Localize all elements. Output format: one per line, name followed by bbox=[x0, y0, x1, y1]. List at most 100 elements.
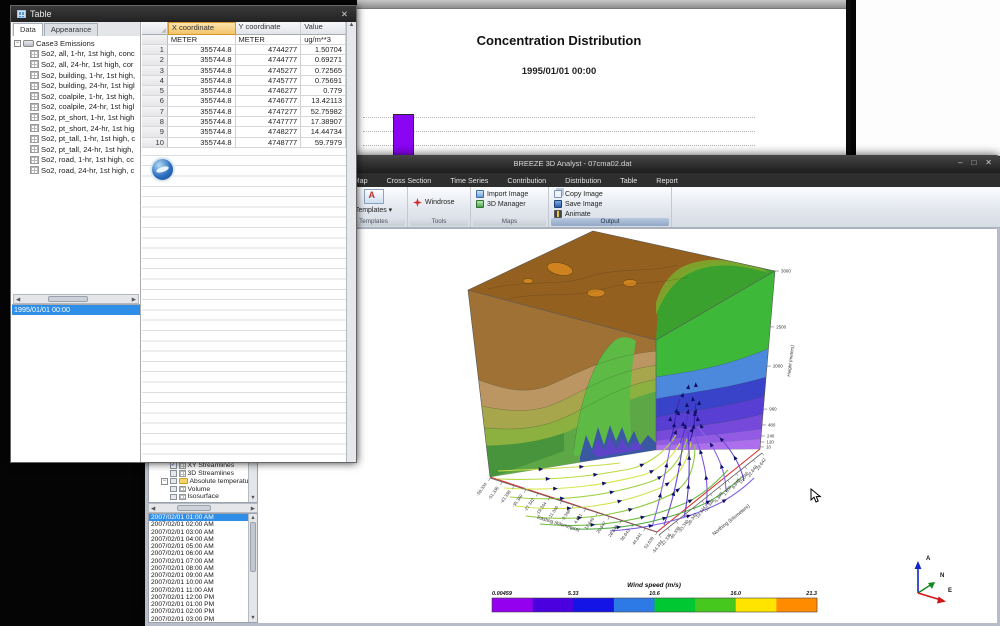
scrollbar-thumb[interactable] bbox=[177, 505, 211, 511]
item-checkbox[interactable]: ✓ bbox=[170, 462, 177, 469]
values-grid: ◢X coordinateY coordinateValueMETERMETER… bbox=[142, 22, 346, 462]
3d-viewport[interactable]: -58.334-51.336-43.338-35.340-27.342-19.3… bbox=[258, 228, 997, 623]
tab-data[interactable]: Data bbox=[13, 23, 43, 36]
colorbar-tick-label: 16.0 bbox=[730, 591, 741, 597]
chart-window-titlebar[interactable] bbox=[357, 0, 846, 9]
item-checkbox[interactable] bbox=[170, 478, 177, 485]
tree-item[interactable]: So2, pt_tall, 1-hr, 1st high, c bbox=[14, 133, 140, 144]
ribbon-tab-table[interactable]: Table bbox=[612, 174, 645, 187]
timestamp-item[interactable]: 2007/02/01 01:00 AM bbox=[149, 514, 257, 521]
row-number-cell: 4 bbox=[142, 76, 168, 86]
animate-icon bbox=[554, 210, 562, 218]
import-image-button[interactable]: Import Image bbox=[474, 189, 545, 199]
timestamp-item[interactable]: 2007/02/01 01:00 PM bbox=[149, 601, 257, 608]
emissions-tree: −Case3 EmissionsSo2, all, 1-hr, 1st high… bbox=[12, 36, 140, 294]
scroll-left-icon[interactable]: ◀ bbox=[16, 297, 20, 303]
grid-vertical-scrollbar[interactable]: ▲ bbox=[346, 22, 356, 462]
tab-appearance[interactable]: Appearance bbox=[44, 23, 98, 36]
tree-item[interactable]: Isosurface bbox=[149, 493, 257, 501]
scroll-up-icon[interactable]: ▲ bbox=[249, 515, 257, 521]
scroll-left-icon[interactable]: ◀ bbox=[151, 506, 155, 512]
table-row[interactable]: 3355744.847452770.72565 bbox=[142, 66, 346, 76]
timestamp-item[interactable]: 2007/02/01 11:00 AM bbox=[149, 587, 257, 594]
tree-item[interactable]: So2, coalpile, 24-hr, 1st higl bbox=[14, 102, 140, 113]
table-row[interactable]: 8355744.8474777717.38907 bbox=[142, 117, 346, 127]
scroll-up-icon[interactable]: ▲ bbox=[349, 22, 355, 28]
table-row[interactable]: 6355744.8474677713.42113 bbox=[142, 96, 346, 106]
x-value-cell: 355744.8 bbox=[168, 76, 236, 86]
table-row[interactable]: 2355744.847447770.69271 bbox=[142, 55, 346, 65]
time-item[interactable]: 1995/01/01 00:00 bbox=[12, 305, 140, 315]
tree-root-item[interactable]: −Case3 Emissions bbox=[14, 38, 140, 49]
column-header-value[interactable]: Value bbox=[301, 22, 346, 35]
ribbon-tab-time-series[interactable]: Time Series bbox=[442, 174, 496, 187]
timestamp-item[interactable]: 2007/02/01 07:00 AM bbox=[149, 558, 257, 565]
ribbon-tab-distribution[interactable]: Distribution bbox=[557, 174, 609, 187]
table-row[interactable]: 9355744.8474827714.44734 bbox=[142, 127, 346, 137]
timestamp-item[interactable]: 2007/02/01 05:00 AM bbox=[149, 543, 257, 550]
table-row[interactable]: 4355744.847457770.75691 bbox=[142, 76, 346, 86]
maximize-button[interactable]: □ bbox=[971, 158, 976, 167]
tree-item[interactable]: Volume bbox=[149, 485, 257, 493]
tree-item[interactable]: So2, road, 24-hr, 1st high, c bbox=[14, 165, 140, 176]
item-checkbox[interactable] bbox=[170, 470, 177, 477]
scroll-right-icon[interactable]: ▶ bbox=[251, 506, 255, 512]
ribbon-tab-contribution[interactable]: Contribution bbox=[499, 174, 554, 187]
timestamp-item[interactable]: 2007/02/01 02:00 PM bbox=[149, 608, 257, 615]
tree-item[interactable]: So2, building, 24-hr, 1st higl bbox=[14, 80, 140, 91]
tree-item[interactable]: So2, all, 24-hr, 1st high, cor bbox=[14, 59, 140, 70]
tree-item[interactable]: So2, pt_tall, 24-hr, 1st high, bbox=[14, 144, 140, 155]
tree-item[interactable]: So2, pt_short, 24-hr, 1st hig bbox=[14, 123, 140, 134]
tree-item[interactable]: So2, road, 1-hr, 1st high, cc bbox=[14, 155, 140, 166]
scroll-right-icon[interactable]: ▶ bbox=[132, 297, 136, 303]
table-row[interactable]: 7355744.8474727752.75982 bbox=[142, 107, 346, 117]
chevron-down-icon: ▾ bbox=[389, 207, 393, 214]
table-row[interactable]: 1355744.847442771.50704 bbox=[142, 45, 346, 55]
timestamp-item[interactable]: 2007/02/01 08:00 AM bbox=[149, 565, 257, 572]
breeze-logo-icon[interactable] bbox=[150, 157, 175, 182]
timestamp-item[interactable]: 2007/02/01 03:00 AM bbox=[149, 529, 257, 536]
scrollbar-thumb[interactable] bbox=[48, 296, 88, 302]
minimize-button[interactable]: – bbox=[958, 158, 962, 167]
timestamp-item[interactable]: 2007/02/01 09:00 AM bbox=[149, 572, 257, 579]
tree-horizontal-scrollbar[interactable]: ◀ ▶ bbox=[13, 294, 139, 304]
tree-item[interactable]: −Absolute temperature bbox=[149, 477, 257, 485]
timestamp-item[interactable]: 2007/02/01 03:00 PM bbox=[149, 616, 257, 623]
close-icon[interactable]: ✕ bbox=[341, 9, 348, 20]
timestamp-item[interactable]: 2007/02/01 12:00 PM bbox=[149, 594, 257, 601]
tree-item-label: So2, all, 24-hr, 1st high, cor bbox=[41, 60, 133, 69]
table-window-titlebar[interactable]: Table ✕ bbox=[11, 6, 356, 22]
save-image-button[interactable]: Save Image bbox=[552, 199, 668, 209]
tree-item[interactable]: So2, all, 1-hr, 1st high, conc bbox=[14, 49, 140, 60]
ribbon-tab-cross-section[interactable]: Cross Section bbox=[379, 174, 440, 187]
close-button[interactable]: ✕ bbox=[985, 158, 992, 167]
3d-manager-button[interactable]: 3D Manager bbox=[474, 199, 545, 209]
tree-item[interactable]: So2, pt_short, 1-hr, 1st high bbox=[14, 112, 140, 123]
list-vertical-scrollbar[interactable]: ▲ ▼ bbox=[248, 514, 257, 622]
timestamp-item[interactable]: 2007/02/01 06:00 AM bbox=[149, 550, 257, 557]
column-header-x[interactable]: X coordinate bbox=[168, 22, 236, 35]
timestamp-item[interactable]: 2007/02/01 02:00 AM bbox=[149, 521, 257, 528]
windrose-button[interactable]: Windrose bbox=[411, 197, 467, 208]
item-checkbox[interactable] bbox=[170, 494, 177, 501]
table-row[interactable]: 10355744.8474877759.7979 bbox=[142, 138, 346, 148]
tree-horizontal-scrollbar[interactable]: ◀ ▶ bbox=[148, 503, 258, 513]
scrollbar-thumb[interactable] bbox=[250, 522, 256, 572]
scroll-down-icon[interactable]: ▼ bbox=[249, 615, 257, 621]
item-checkbox[interactable] bbox=[170, 486, 177, 493]
collapse-icon[interactable]: − bbox=[14, 40, 21, 47]
grid-corner-cell[interactable]: ◢ bbox=[142, 22, 168, 35]
copy-image-button[interactable]: Copy Image bbox=[552, 189, 668, 199]
timestamp-item[interactable]: 2007/02/01 10:00 AM bbox=[149, 579, 257, 586]
collapse-icon[interactable]: − bbox=[161, 478, 168, 485]
table-row[interactable]: 5355744.847462770.779 bbox=[142, 86, 346, 96]
table-window-title: Table bbox=[30, 9, 52, 19]
ribbon-tab-report[interactable]: Report bbox=[648, 174, 686, 187]
column-header-y[interactable]: Y coordinate bbox=[236, 22, 302, 35]
tree-item-label: So2, coalpile, 24-hr, 1st higl bbox=[41, 102, 134, 111]
timestamp-item[interactable]: 2007/02/01 04:00 AM bbox=[149, 536, 257, 543]
tree-item[interactable]: 3D Streamlines bbox=[149, 469, 257, 477]
tree-item[interactable]: So2, building, 1-hr, 1st high, bbox=[14, 70, 140, 81]
tree-item[interactable]: So2, coalpile, 1-hr, 1st high, bbox=[14, 91, 140, 102]
scroll-down-icon[interactable]: ▼ bbox=[249, 495, 257, 501]
